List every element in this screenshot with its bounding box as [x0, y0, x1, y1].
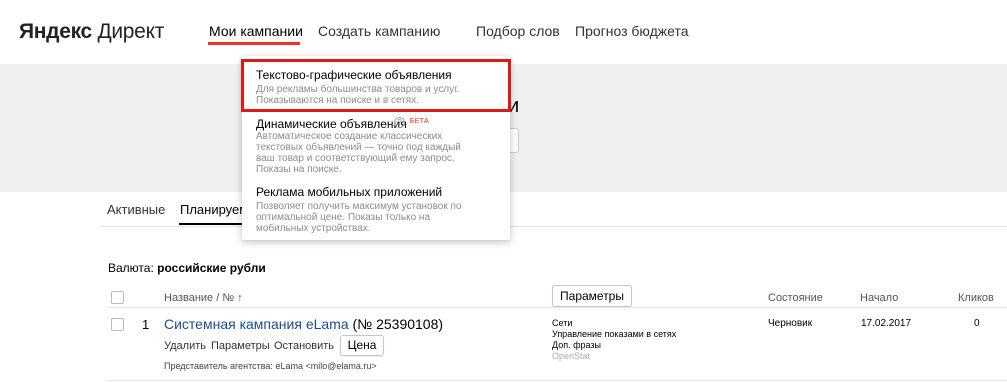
campaign-name: Системная кампания eLama (№ 25390108)	[164, 316, 443, 332]
logo-product: Директ	[97, 20, 165, 43]
row-start-date: 17.02.2017	[861, 318, 912, 329]
desc-line: Автоматическое создание классических	[256, 131, 443, 142]
help-icon[interactable]: ?	[394, 117, 405, 128]
dropdown-item-desc: Для рекламы большинства товаров и услуг.…	[256, 84, 459, 106]
agency-label: Представитель агентства:	[164, 361, 273, 371]
row-clicks: 0	[974, 318, 980, 329]
logo-brand: Яндекс	[19, 20, 92, 43]
column-clicks[interactable]: Кликов	[958, 292, 994, 304]
currency-label: Валюта:	[108, 261, 154, 275]
dropdown-item-title: Текстово-графические объявления	[256, 68, 452, 82]
parameters-button[interactable]: Параметры	[552, 285, 632, 307]
delete-link[interactable]: Удалить	[164, 340, 206, 352]
parameters-link[interactable]: Параметры	[211, 340, 270, 352]
table-row-divider	[108, 380, 1007, 381]
tabs-divider	[100, 226, 1007, 227]
dropdown-item-dynamic[interactable]: Динамические объявления БЕТА ? Автоматиче…	[242, 114, 510, 184]
nav-word-selection[interactable]: Подбор слов	[476, 23, 560, 39]
dropdown-item-desc: Автоматическое создание классических тек…	[256, 131, 461, 175]
row-number: 1	[142, 317, 150, 332]
yandex-direct-logo[interactable]: Яндекс Директ	[19, 20, 164, 44]
agency-representative: Представитель агентства: eLama <milo@ela…	[164, 361, 377, 371]
desc-line: Показываются на поиске и в сетях.	[256, 95, 419, 106]
currency-info: Валюта: российские рубли	[108, 261, 266, 275]
column-state[interactable]: Состояние	[768, 292, 823, 304]
create-campaign-dropdown: Текстово-графические объявления Для рекл…	[242, 56, 510, 240]
tab-active-indicator	[179, 223, 243, 225]
agency-value: eLama <milo@elama.ru>	[275, 361, 377, 371]
column-name[interactable]: Название / № ↑	[164, 292, 243, 304]
desc-line: оптимальной цене. Показы только на	[256, 212, 430, 223]
desc-line: Показы на поиске.	[256, 164, 342, 175]
row-state: Черновик	[768, 318, 813, 329]
dropdown-item-desc: Позволяет получить максимум установок по…	[256, 201, 462, 234]
dropdown-item-title: Реклама мобильных приложений	[256, 185, 443, 199]
dynamic-title: Динамические объявления	[256, 117, 407, 131]
active-nav-indicator	[208, 42, 300, 45]
strategy-line: Управление показами в сетях	[552, 329, 677, 339]
stop-link[interactable]: Остановить	[274, 340, 334, 352]
dropdown-item-text-graphic[interactable]: Текстово-графические объявления Для рекл…	[242, 62, 510, 114]
desc-line: мобильных устройствах.	[256, 223, 371, 234]
table-header-divider	[108, 307, 1007, 308]
campaign-id: (№ 25390108)	[352, 316, 444, 332]
price-button[interactable]: Цена	[340, 335, 384, 356]
nav-create-campaign[interactable]: Создать кампанию	[318, 23, 440, 39]
campaign-link[interactable]: Системная кампания eLama	[164, 316, 349, 332]
strategy-line: Сети	[552, 318, 573, 328]
beta-badge: БЕТА	[409, 118, 429, 125]
desc-line: Позволяет получить максимум установок по	[256, 201, 462, 212]
currency-value: российские рубли	[157, 261, 266, 275]
tab-planned[interactable]: Планируем	[180, 202, 248, 217]
strategy-line: Доп. фразы	[552, 340, 601, 350]
tab-active[interactable]: Активные	[107, 202, 165, 217]
dropdown-item-mobile-apps[interactable]: Реклама мобильных приложений Позволяет п…	[242, 184, 510, 240]
nav-my-campaigns[interactable]: Мои кампании	[209, 23, 303, 39]
strategy-muted: OpenStat	[552, 351, 591, 361]
nav-budget-forecast[interactable]: Прогноз бюджета	[575, 23, 689, 39]
header: Яндекс Директ Мои кампании Создать кампа…	[0, 0, 1007, 64]
column-start[interactable]: Начало	[860, 292, 898, 304]
select-all-checkbox[interactable]	[111, 291, 124, 304]
desc-line: текстовых объявлений — точно под каждый	[256, 142, 461, 153]
desc-line: Для рекламы большинства товаров и услуг.	[256, 84, 460, 95]
row-checkbox[interactable]	[111, 318, 124, 331]
desc-line: ваш товар и соответствующий ему запрос.	[256, 153, 455, 164]
